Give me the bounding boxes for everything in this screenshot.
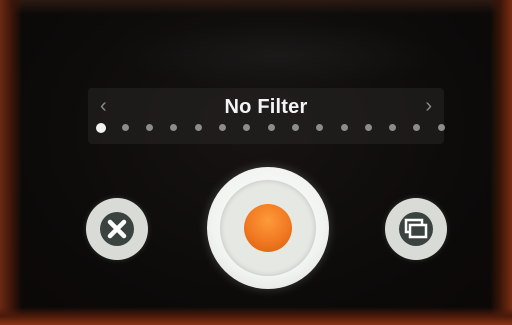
device-bezel-right <box>490 0 512 325</box>
filter-dot <box>413 124 421 131</box>
filter-dot <box>437 124 445 131</box>
filter-dot-active <box>96 122 106 133</box>
filter-dot <box>146 124 154 131</box>
filter-dot <box>219 124 226 131</box>
screen-glare <box>120 20 440 90</box>
filter-name: No Filter <box>224 96 308 118</box>
filter-page-indicator <box>96 122 445 134</box>
filter-selector[interactable]: ‹ No Filter › <box>88 88 444 144</box>
filter-dot <box>316 124 324 131</box>
filter-dot <box>389 124 397 131</box>
switch-camera-button[interactable] <box>385 198 447 260</box>
record-button[interactable] <box>207 167 329 289</box>
filter-dot <box>243 124 251 131</box>
chevron-right-icon[interactable]: › <box>425 96 432 116</box>
close-icon-glyph <box>107 219 127 239</box>
camera-screen: ‹ No Filter › <box>0 0 512 325</box>
device-bezel-top <box>0 0 512 14</box>
switch-camera-icon-glyph <box>404 218 428 239</box>
filter-dot <box>194 124 202 131</box>
record-icon <box>244 204 292 252</box>
filter-dot <box>340 124 348 131</box>
filter-dot <box>267 124 275 131</box>
device-bezel-left <box>0 0 22 325</box>
device-bezel-bottom <box>0 307 512 325</box>
filter-dot <box>291 124 299 131</box>
filter-dot <box>121 124 129 131</box>
filter-dot <box>170 124 178 131</box>
cancel-button[interactable] <box>86 198 148 260</box>
filter-dot <box>364 124 372 131</box>
